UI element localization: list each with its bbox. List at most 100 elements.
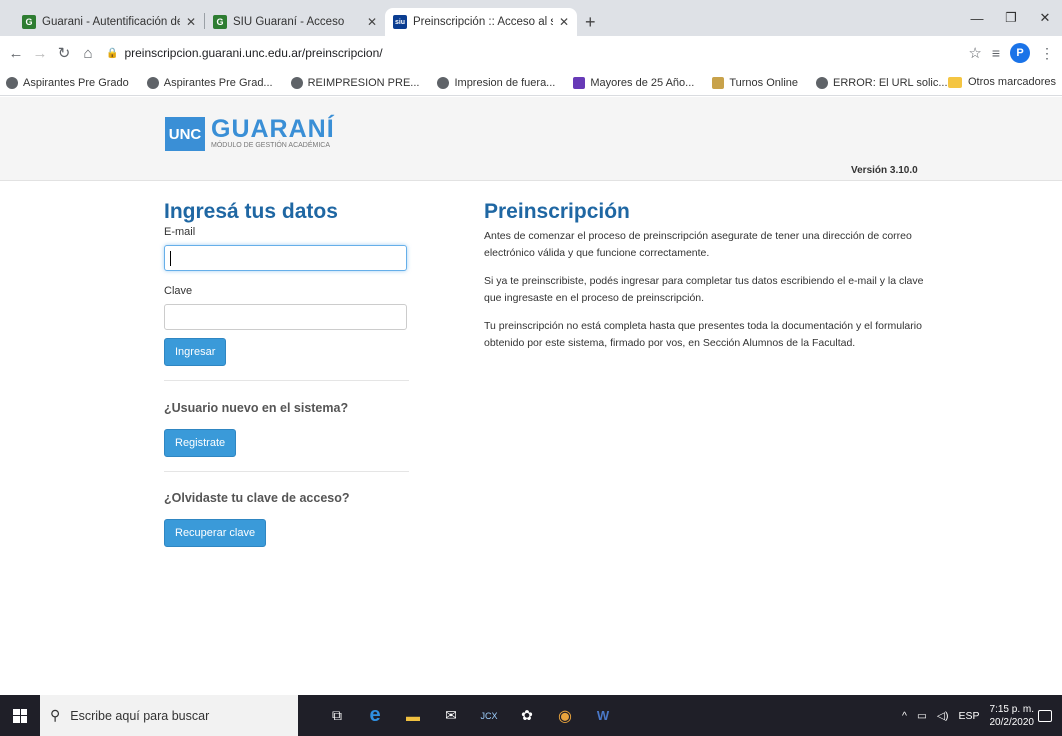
- restore-icon[interactable]: ❐: [994, 0, 1028, 36]
- bookmark-star-icon[interactable]: ☆: [968, 44, 981, 62]
- unc-logo-badge: UNC: [165, 117, 205, 151]
- bookmark-item[interactable]: Aspirantes Pre Grad...: [146, 76, 273, 89]
- info-title: Preinscripción: [484, 200, 630, 223]
- bookmark-item[interactable]: REIMPRESION PRE...: [290, 76, 420, 89]
- bookmark-label: Aspirantes Pre Grado: [23, 76, 129, 89]
- menu-icon[interactable]: ⋮: [1040, 45, 1054, 62]
- volume-icon[interactable]: ◁): [937, 710, 949, 722]
- close-tab-icon[interactable]: ✕: [559, 15, 569, 29]
- page-content: UNC GUARANÍ MÓDULO DE GESTIÓN ACADÉMICA …: [0, 97, 1062, 695]
- chrome-icon[interactable]: ◉: [546, 695, 584, 736]
- globe-icon: [146, 76, 159, 89]
- bookmark-label: Turnos Online: [729, 76, 798, 89]
- mail-icon[interactable]: ✉: [432, 695, 470, 736]
- email-field[interactable]: [164, 245, 407, 271]
- login-title: Ingresá tus datos: [164, 200, 338, 223]
- password-field[interactable]: [164, 304, 407, 330]
- bookmark-label: ERROR: El URL solic...: [833, 76, 948, 89]
- info-paragraph: Si ya te preinscribiste, podés ingresar …: [484, 275, 924, 304]
- clock[interactable]: 7:15 p. m. 20/2/2020: [990, 703, 1035, 729]
- close-tab-icon[interactable]: ✕: [367, 15, 377, 29]
- clock-date: 20/2/2020: [989, 716, 1035, 728]
- other-bookmarks-label: Otros marcadores: [967, 76, 1056, 88]
- clock-time: 7:15 p. m.: [989, 703, 1034, 715]
- site-header: UNC GUARANÍ MÓDULO DE GESTIÓN ACADÉMICA …: [0, 97, 1062, 181]
- taskbar-search-box[interactable]: ⚲ Escribe aquí para buscar: [40, 695, 298, 736]
- app-jcx-icon[interactable]: JCX: [470, 695, 508, 736]
- back-icon[interactable]: ←: [4, 45, 28, 62]
- close-tab-icon[interactable]: ✕: [186, 15, 196, 29]
- bookmark-item[interactable]: Aspirantes Pre Grado: [6, 76, 129, 89]
- new-tab-button[interactable]: +: [585, 8, 596, 36]
- calendar-icon: [573, 76, 586, 89]
- file-explorer-icon[interactable]: ▬: [394, 695, 432, 736]
- tab-title: SIU Guaraní - Acceso: [233, 16, 345, 28]
- logo-subtitle: MÓDULO DE GESTIÓN ACADÉMICA: [211, 142, 331, 149]
- globe-icon: [816, 76, 828, 89]
- divider: [164, 471, 409, 472]
- minimize-icon[interactable]: —: [960, 0, 994, 36]
- guarani-favicon-icon: G: [22, 15, 36, 29]
- bookmark-label: Impresion de fuera...: [454, 76, 556, 89]
- bookmark-label: Mayores de 25 Año...: [590, 76, 695, 89]
- info-paragraph: Antes de comenzar el proceso de preinscr…: [484, 230, 912, 259]
- email-label: E-mail: [164, 226, 196, 238]
- divider: [164, 380, 409, 381]
- logo-title: GUARANÍ: [211, 115, 335, 143]
- reading-list-icon[interactable]: ≡: [992, 45, 1000, 61]
- new-user-heading: ¿Usuario nuevo en el sistema?: [164, 401, 349, 415]
- forgot-password-heading: ¿Olvidaste tu clave de acceso?: [164, 491, 350, 505]
- folder-icon: [947, 76, 962, 88]
- search-icon: ⚲: [50, 707, 61, 723]
- notifications-icon[interactable]: [1038, 709, 1052, 722]
- tab-title: Preinscripción :: Acceso al sistem: [413, 16, 553, 28]
- bookmark-item[interactable]: Impresion de fuera...: [437, 76, 556, 89]
- reload-icon[interactable]: ↻: [52, 44, 76, 62]
- bookmark-label: REIMPRESION PRE...: [307, 76, 420, 89]
- text-caret: [170, 251, 171, 266]
- windows-taskbar: ⚲ Escribe aquí para buscar ⧉ e ▬ ✉ JCX ✿…: [0, 695, 1062, 736]
- network-icon[interactable]: ▭: [917, 710, 927, 722]
- trophy-icon: [712, 76, 725, 89]
- other-bookmarks[interactable]: Otros marcadores: [947, 76, 1056, 88]
- home-icon[interactable]: ⌂: [76, 45, 100, 62]
- register-button[interactable]: Registrate: [164, 429, 237, 457]
- bookmark-item[interactable]: ERROR: El URL solic...: [816, 76, 948, 89]
- lock-icon: 🔒: [106, 47, 119, 59]
- task-view-icon[interactable]: ⧉: [318, 695, 356, 736]
- siu-favicon-icon: siu: [393, 15, 407, 29]
- edge-browser-icon[interactable]: e: [356, 695, 394, 736]
- info-panel: Preinscripción Antes de comenzar el proc…: [484, 200, 924, 363]
- bookmark-label: Aspirantes Pre Grad...: [163, 76, 273, 89]
- store-icon[interactable]: ✿: [508, 695, 546, 736]
- close-window-icon[interactable]: ✕: [1028, 0, 1062, 36]
- window-controls: — ❐ ✕: [960, 0, 1062, 36]
- system-tray: ^ ▭ ◁) ESP 7:15 p. m. 20/2/2020: [902, 695, 1062, 736]
- version-label: Versión 3.10.0: [851, 165, 918, 176]
- url-text: preinscripcion.guarani.unc.edu.ar/preins…: [124, 46, 383, 60]
- globe-icon: [437, 76, 450, 89]
- bookmark-item[interactable]: Mayores de 25 Año...: [573, 76, 695, 89]
- url-field[interactable]: 🔒 preinscripcion.guarani.unc.edu.ar/prei…: [106, 46, 968, 60]
- guarani-logo[interactable]: UNC GUARANÍ MÓDULO DE GESTIÓN ACADÉMICA: [165, 117, 335, 151]
- bookmark-item[interactable]: Turnos Online: [712, 76, 798, 89]
- login-button[interactable]: Ingresar: [164, 338, 227, 366]
- guarani-favicon-icon: G: [213, 15, 227, 29]
- forward-icon[interactable]: →: [28, 45, 52, 62]
- tab-siu-guarani[interactable]: G SIU Guaraní - Acceso ✕: [205, 8, 385, 36]
- chevron-up-icon[interactable]: ^: [902, 710, 907, 722]
- word-icon[interactable]: W: [584, 695, 622, 736]
- recover-password-button[interactable]: Recuperar clave: [164, 519, 267, 547]
- start-button[interactable]: [0, 695, 40, 736]
- browser-tab-bar: G Guarani - Autentificación de Usu ✕ G S…: [0, 0, 1062, 36]
- search-placeholder: Escribe aquí para buscar: [70, 708, 210, 723]
- tab-guarani-auth[interactable]: G Guarani - Autentificación de Usu ✕: [14, 8, 204, 36]
- info-paragraph: Tu preinscripción no está completa hasta…: [484, 320, 922, 349]
- language-indicator[interactable]: ESP: [958, 710, 979, 722]
- bookmarks-bar: Aspirantes Pre Grado Aspirantes Pre Grad…: [0, 70, 1062, 96]
- login-panel: Ingresá tus datos E-mail Clave Ingresar …: [164, 200, 409, 547]
- profile-avatar[interactable]: P: [1010, 43, 1030, 63]
- tab-preinscripcion[interactable]: siu Preinscripción :: Acceso al sistem ✕: [385, 8, 577, 36]
- globe-icon: [290, 76, 303, 89]
- password-label: Clave: [164, 285, 193, 297]
